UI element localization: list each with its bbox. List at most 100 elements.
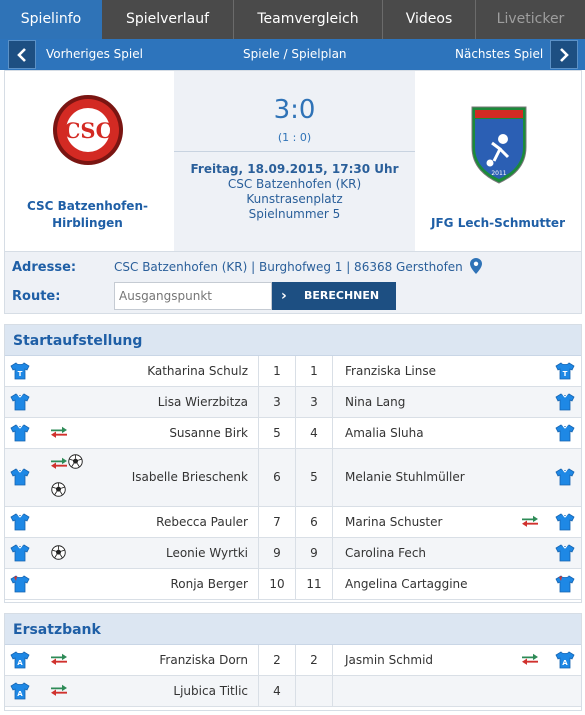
previous-match-link[interactable]: Vorheriges Spiel — [46, 39, 143, 70]
away-player-name[interactable]: Carolina Fech — [345, 546, 426, 560]
home-player-name[interactable]: Susanne Birk — [169, 426, 248, 440]
next-match-button[interactable] — [550, 40, 578, 69]
home-player-name[interactable]: Katharina Schulz — [147, 364, 248, 378]
home-jersey-icon: T — [10, 362, 30, 380]
home-jersey-number-cell: 10 — [258, 569, 295, 599]
away-player-name[interactable]: Angelina Cartaggine — [345, 577, 468, 591]
home-player-cell: A Ljubica Titlic — [5, 676, 258, 706]
tab-bar: Spielinfo Spielverlauf Teamvergleich Vid… — [0, 0, 585, 39]
map-pin-icon[interactable] — [470, 258, 482, 274]
home-player-name[interactable]: Ljubica Titlic — [173, 684, 248, 698]
home-jersey-number: 3 — [273, 395, 281, 409]
lineup-row: Isabelle Brieschenk 6 5 Melanie Stuhlmüller — [5, 449, 581, 507]
chevron-right-icon: › — [281, 288, 287, 304]
home-player-name[interactable]: Rebecca Pauler — [156, 515, 248, 529]
home-player-cell: T Katharina Schulz — [5, 356, 258, 386]
away-jersey-number-cell — [295, 676, 332, 706]
away-jersey-number-cell: 2 — [295, 645, 332, 675]
halftime-score: (1 : 0) — [277, 131, 312, 144]
away-jersey-icon — [555, 513, 575, 531]
away-team-logo[interactable]: 2011 — [470, 105, 528, 185]
away-jersey-icon — [555, 544, 575, 562]
away-jersey-number: 6 — [310, 515, 318, 529]
lineup-row: Rebecca Pauler 7 6 Marina Schuster — [5, 507, 581, 538]
tab-videos[interactable]: Videos — [383, 0, 476, 39]
away-jersey-number-cell: 6 — [295, 507, 332, 537]
bench-panel: Ersatzbank A Franziska Dorn 2 2 Jasmin Schmi… — [4, 613, 582, 711]
away-player-name[interactable]: Marina Schuster — [345, 515, 442, 529]
away-player-name[interactable]: Jasmin Schmid — [345, 653, 433, 667]
home-player-name[interactable]: Lisa Wierzbitza — [158, 395, 248, 409]
substitution-icon — [50, 652, 68, 666]
lineup-row: Susanne Birk 5 4 Amalia Sluha — [5, 418, 581, 449]
final-score: 3:0 — [273, 95, 316, 125]
home-team-name[interactable]: CSC Batzenhofen-Hirblingen — [20, 198, 155, 232]
tab-spielverlauf[interactable]: Spielverlauf — [102, 0, 234, 39]
lineup-row: Ronja Berger 10 11 Angelina Cartaggine — [5, 569, 581, 600]
away-player-name[interactable]: Amalia Sluha — [345, 426, 424, 440]
away-jersey-number: 1 — [310, 364, 318, 378]
svg-text:T: T — [18, 370, 23, 378]
away-team-name[interactable]: JFG Lech-Schmutter — [430, 215, 566, 232]
home-player-name[interactable]: Ronja Berger — [170, 577, 248, 591]
calculate-route-button[interactable]: › BERECHNEN — [272, 282, 396, 310]
away-jersey-icon — [555, 393, 575, 411]
away-player-cell: Marina Schuster — [332, 507, 581, 537]
tab-spielinfo[interactable]: Spielinfo — [0, 0, 102, 39]
home-jersey-icon — [10, 424, 30, 442]
tab-teamvergleich[interactable]: Teamvergleich — [234, 0, 383, 39]
home-player-cell: Isabelle Brieschenk — [5, 449, 258, 506]
away-player-cell: Amalia Sluha — [332, 418, 581, 448]
route-label: Route: — [12, 289, 61, 304]
home-jersey-number-cell: 5 — [258, 418, 295, 448]
goal-ball-icon — [51, 482, 66, 497]
away-player-cell — [332, 676, 581, 706]
away-jersey-number: 3 — [310, 395, 318, 409]
away-player-cell: Nina Lang — [332, 387, 581, 417]
home-player-name[interactable]: Leonie Wyrtki — [166, 546, 248, 560]
bench-row: A Ljubica Titlic 4 — [5, 676, 581, 707]
away-jersey-number: 4 — [310, 426, 318, 440]
home-team-logo[interactable]: CSC — [52, 94, 124, 166]
svg-text:A: A — [17, 690, 23, 698]
home-jersey-icon: A — [10, 651, 30, 669]
away-jersey-number-cell: 1 — [295, 356, 332, 386]
score-box: 3:0 (1 : 0) Freitag, 18.09.2015, 17:30 U… — [174, 71, 415, 251]
away-jersey-icon: T — [555, 362, 575, 380]
away-jersey-number: 2 — [310, 653, 318, 667]
home-jersey-number: 10 — [269, 577, 285, 591]
substitution-icon — [50, 425, 68, 439]
route-start-input[interactable] — [114, 282, 272, 310]
home-jersey-number: 4 — [273, 684, 281, 698]
away-jersey-number-cell: 5 — [295, 449, 332, 506]
calculate-route-label: BERECHNEN — [304, 289, 380, 302]
home-jersey-icon — [10, 575, 30, 593]
svg-text:A: A — [17, 659, 23, 667]
away-jersey-number-cell: 3 — [295, 387, 332, 417]
home-jersey-number-cell: 2 — [258, 645, 295, 675]
substitution-icon — [50, 456, 68, 470]
bench-title: Ersatzbank — [5, 614, 581, 645]
address-text: CSC Batzenhofen (KR) | Burghofweg 1 | 86… — [114, 260, 463, 274]
home-player-name[interactable]: Franziska Dorn — [159, 653, 248, 667]
substitution-icon — [521, 514, 539, 528]
away-player-name[interactable]: Nina Lang — [345, 395, 405, 409]
away-player-cell: Angelina Cartaggine — [332, 569, 581, 599]
home-jersey-number: 9 — [273, 546, 281, 560]
previous-match-button[interactable] — [8, 40, 36, 69]
next-match-link[interactable]: Nächstes Spiel — [455, 39, 543, 70]
home-jersey-icon — [10, 513, 30, 531]
away-player-name[interactable]: Franziska Linse — [345, 364, 436, 378]
away-player-name[interactable]: Melanie Stuhlmüller — [345, 470, 465, 484]
home-player-cell: Susanne Birk — [5, 418, 258, 448]
schedule-link[interactable]: Spiele / Spielplan — [243, 39, 347, 70]
home-jersey-number: 2 — [273, 653, 281, 667]
away-jersey-icon: A — [555, 651, 575, 669]
home-player-name[interactable]: Isabelle Brieschenk — [132, 470, 248, 484]
goal-ball-icon — [68, 454, 83, 469]
away-jersey-number: 5 — [310, 470, 318, 484]
home-jersey-number-cell: 3 — [258, 387, 295, 417]
away-player-cell: Jasmin Schmid A — [332, 645, 581, 675]
away-jersey-icon — [555, 468, 575, 486]
home-player-cell: Lisa Wierzbitza — [5, 387, 258, 417]
